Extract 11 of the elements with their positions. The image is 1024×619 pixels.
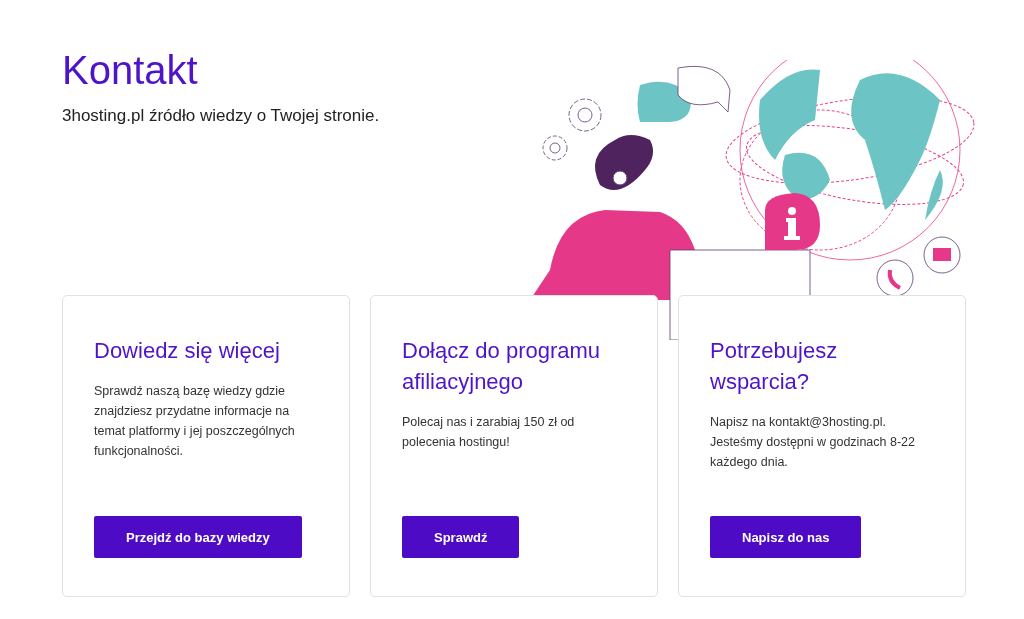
card-button[interactable]: Sprawdź	[402, 516, 520, 558]
card-text: Napisz na kontakt@3hosting.pl. Jesteśmy dostępni w godzinach 8-22 każdego dnia.	[710, 413, 916, 471]
card-title: Dołącz do programu afiliacyjnego	[402, 337, 602, 396]
card-title: Dowiedz się więcej	[94, 337, 281, 365]
page-subtitle: 3hosting.pl źródło wiedzy o Twojej stronie.	[62, 106, 381, 126]
card-text: Polecaj nas i zarabiaj 150 zł od polecenia hostingu!	[402, 413, 576, 451]
card-title: Potrzebujesz wsparcia?	[710, 337, 839, 396]
card-button[interactable]: Napisz do nas	[710, 516, 862, 558]
page-title: Kontakt	[62, 48, 199, 92]
card-text: Sprawdź naszą bazę wiedzy gdzie znajdziesz przydatne informacje na temat platformy i jej poszczególnych funkcjonalności.	[94, 382, 296, 460]
card-button[interactable]: Przejdź do bazy wiedzy	[94, 516, 302, 558]
